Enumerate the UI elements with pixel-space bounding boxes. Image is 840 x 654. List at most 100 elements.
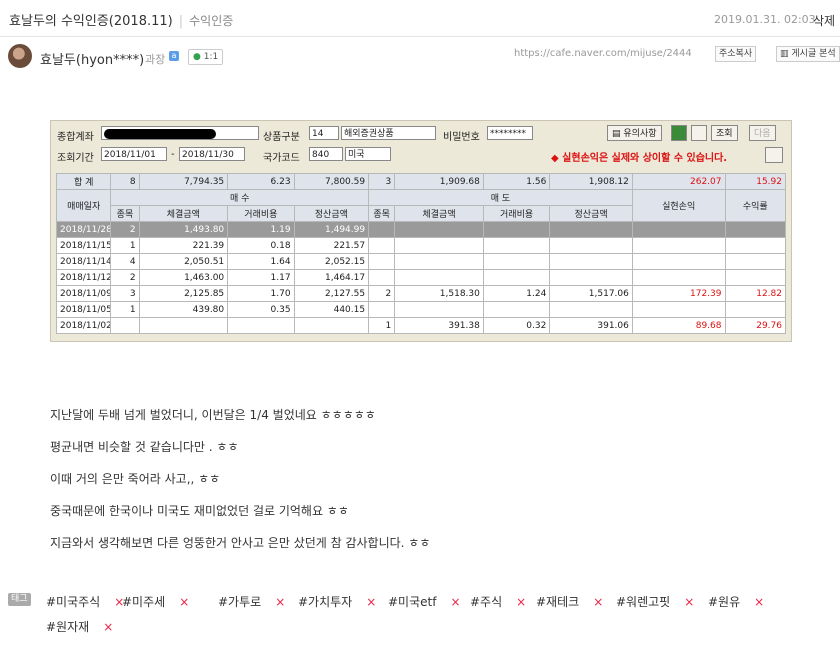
query-button: 조회 (711, 125, 738, 141)
tag-item[interactable]: #가치투자 × (298, 593, 376, 610)
column-header: 종목 (368, 205, 396, 222)
column-header: 거래비용 (227, 205, 295, 222)
table-cell (394, 269, 484, 286)
table-cell (549, 253, 633, 270)
table-cell: 1 (368, 317, 396, 334)
table-row: 2018/11/02 1 391.38 0.32 391.06 89.68 29.76 (55, 317, 786, 334)
table-cell: 0.32 (482, 317, 551, 334)
table-row: 2018/11/14 4 2,050.51 1.64 2,052.15 (55, 253, 786, 270)
chat-label: 1:1 (203, 52, 219, 62)
chat-button[interactable]: ● 1:1 (188, 49, 224, 65)
table-cell: 0.18 (227, 237, 295, 254)
table-cell: 7,800.59 (293, 173, 370, 190)
table-cell: 3 (110, 285, 140, 302)
trade-history-screenshot: 종합계좌 상품구분 14 해외증권상품 비밀번호 ******** ▤ 유의사항… (50, 120, 792, 342)
tag-item[interactable]: #원자재 × (46, 618, 113, 635)
table-cell: 29.76 (724, 317, 786, 334)
period-dash: - (171, 149, 175, 160)
tag-text[interactable]: #가투로 (218, 595, 261, 609)
remove-tag-icon[interactable]: × (450, 595, 460, 609)
author-rank: 과장 (145, 53, 166, 66)
table-cell: 2,050.51 (138, 253, 229, 270)
table-cell (549, 301, 633, 318)
tag-text[interactable]: #원유 (708, 595, 740, 609)
tag-item[interactable]: #미국etf × (388, 593, 461, 610)
remove-tag-icon[interactable]: × (179, 595, 189, 609)
remove-tag-icon[interactable]: × (275, 595, 285, 609)
post-category[interactable]: 수익인증 (189, 14, 233, 28)
tag-item[interactable]: #원유 × (708, 593, 764, 610)
table-cell (631, 253, 726, 270)
settings-icon (691, 125, 707, 141)
table-cell (368, 253, 396, 270)
tag-item[interactable]: #주식 × (470, 593, 526, 610)
column-header: 체결금액 (394, 205, 484, 222)
table-cell (549, 221, 633, 238)
body-paragraph: 평균내면 비슷할 것 같습니다만 . ㅎㅎ (50, 440, 239, 454)
table-cell: 1.70 (227, 285, 295, 302)
product-label: 상품구분 (263, 132, 300, 143)
column-header: 거래비용 (482, 205, 551, 222)
remove-tag-icon[interactable]: × (516, 595, 526, 609)
tag-item[interactable]: #미주세 × (122, 593, 189, 610)
table-cell (724, 237, 786, 254)
table-cell: 2018/11/12 (55, 269, 112, 286)
remove-tag-icon[interactable]: × (684, 595, 694, 609)
table-cell: 221.39 (138, 237, 229, 254)
tag-text[interactable]: #재테크 (536, 595, 579, 609)
table-cell: 2,052.15 (293, 253, 370, 270)
column-header: 매매일자 (55, 189, 112, 222)
avatar[interactable] (8, 44, 32, 68)
table-cell (394, 237, 484, 254)
table-cell: 391.38 (394, 317, 484, 334)
table-cell: 1.64 (227, 253, 295, 270)
delete-button[interactable]: 삭제 (813, 12, 835, 29)
table-cell: 합 계 (55, 173, 112, 190)
trade-table: 합 계 8 7,794.35 6.23 7,800.59 3 1,909.68 … (55, 173, 786, 334)
table-cell: 1,493.80 (138, 221, 229, 238)
tag-item[interactable]: #미국주식 × (46, 593, 124, 610)
tag-text[interactable]: #가치투자 (298, 595, 352, 609)
tag-text[interactable]: #주식 (470, 595, 502, 609)
table-cell: 1,464.17 (293, 269, 370, 286)
tag-text[interactable]: #미국etf (388, 595, 436, 609)
table-cell: 1.24 (482, 285, 551, 302)
copy-url-button[interactable]: 주소복사 (715, 46, 757, 62)
remove-tag-icon[interactable]: × (593, 595, 603, 609)
table-cell: 1,517.06 (549, 285, 633, 302)
table-row: 2018/11/12 2 1,463.00 1.17 1,464.17 (55, 269, 786, 286)
tag-text[interactable]: #워렌고핏 (616, 595, 670, 609)
table-cell (110, 317, 140, 334)
summary-row: 합 계 8 7,794.35 6.23 7,800.59 3 1,909.68 … (55, 173, 786, 190)
period-from-field: 2018/11/01 (101, 147, 167, 161)
board-button[interactable]: ▥ 게시글 본석 (776, 46, 840, 62)
country-label: 국가코드 (263, 153, 300, 164)
table-cell (724, 269, 786, 286)
table-cell: 1 (110, 301, 140, 318)
product-code-select: 14 (309, 126, 339, 140)
tag-text[interactable]: #미국주식 (46, 595, 100, 609)
table-cell: 2018/11/14 (55, 253, 112, 270)
tag-item[interactable]: #가투로 × (218, 593, 285, 610)
table-row: 2018/11/15 1 221.39 0.18 221.57 (55, 237, 786, 254)
post-date: 2019.01.31. 02:03 (714, 13, 816, 26)
table-cell: 2 (368, 285, 396, 302)
table-cell (368, 237, 396, 254)
remove-tag-icon[interactable]: × (366, 595, 376, 609)
table-cell (227, 317, 295, 334)
table-cell: 440.15 (293, 301, 370, 318)
table-cell: 439.80 (138, 301, 229, 318)
remove-tag-icon[interactable]: × (103, 620, 113, 634)
author-name[interactable]: 효날두(hyon****) (40, 49, 144, 68)
remove-tag-icon[interactable]: × (754, 595, 764, 609)
tag-item[interactable]: #재테크 × (536, 593, 603, 610)
tag-text[interactable]: #미주세 (122, 595, 165, 609)
password-field: ******** (487, 126, 533, 140)
table-cell (482, 237, 551, 254)
table-cell: 3 (368, 173, 396, 190)
tag-text[interactable]: #원자재 (46, 620, 89, 634)
tag-item[interactable]: #워렌고핏 × (616, 593, 694, 610)
table-cell: 1.17 (227, 269, 295, 286)
table-cell (482, 269, 551, 286)
table-cell: 172.39 (631, 285, 726, 302)
